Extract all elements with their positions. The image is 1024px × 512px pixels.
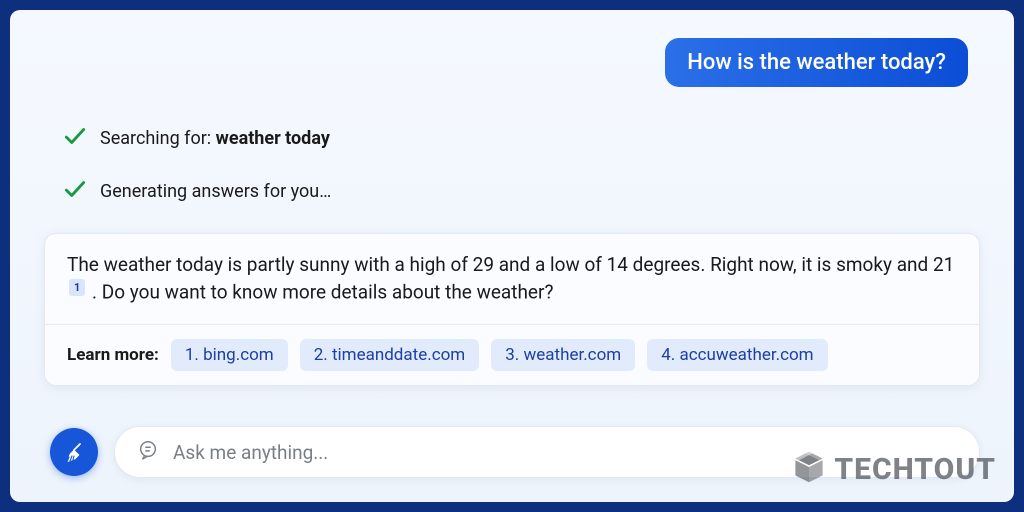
searching-label: Searching for: — [100, 128, 216, 149]
source-prefix: 2. — [314, 345, 328, 365]
learn-more-label: Learn more: — [67, 345, 159, 365]
citation-marker[interactable]: 1 — [69, 279, 85, 296]
input-row — [44, 426, 980, 478]
new-topic-button[interactable] — [50, 428, 98, 476]
user-message-bubble: How is the weather today? — [665, 38, 968, 87]
assistant-response-text: The weather today is partly sunny with a… — [45, 234, 979, 324]
searching-status: Searching for: weather today — [62, 123, 980, 154]
source-chip-2[interactable]: 2. timeanddate.com — [300, 339, 480, 371]
check-icon — [62, 176, 88, 207]
source-domain: timeanddate.com — [332, 345, 465, 365]
source-chip-3[interactable]: 3. weather.com — [491, 339, 635, 371]
status-section: Searching for: weather today Generating … — [44, 123, 980, 229]
answer-part-2: . Do you want to know more details about… — [92, 280, 553, 303]
source-prefix: 1. — [185, 345, 199, 365]
source-domain: bing.com — [203, 345, 274, 365]
searching-text: Searching for: weather today — [100, 128, 330, 149]
chat-window: How is the weather today? Searching for:… — [10, 10, 1014, 502]
source-chip-1[interactable]: 1. bing.com — [171, 339, 288, 371]
source-prefix: 4. — [661, 345, 675, 365]
source-prefix: 3. — [505, 345, 519, 365]
generating-label: Generating answers for you… — [100, 181, 331, 202]
source-domain: weather.com — [523, 345, 621, 365]
chat-input-container[interactable] — [114, 426, 980, 478]
source-domain: accuweather.com — [679, 345, 813, 365]
check-icon — [62, 123, 88, 154]
chat-input[interactable] — [173, 441, 957, 464]
source-chip-4[interactable]: 4. accuweather.com — [647, 339, 827, 371]
assistant-response-card: The weather today is partly sunny with a… — [44, 233, 980, 386]
searching-query: weather today — [216, 128, 330, 149]
answer-part-1: The weather today is partly sunny with a… — [67, 253, 954, 276]
generating-status: Generating answers for you… — [62, 176, 980, 207]
learn-more-row: Learn more: 1. bing.com 2. timeanddate.c… — [45, 324, 979, 385]
chat-icon — [137, 439, 159, 465]
